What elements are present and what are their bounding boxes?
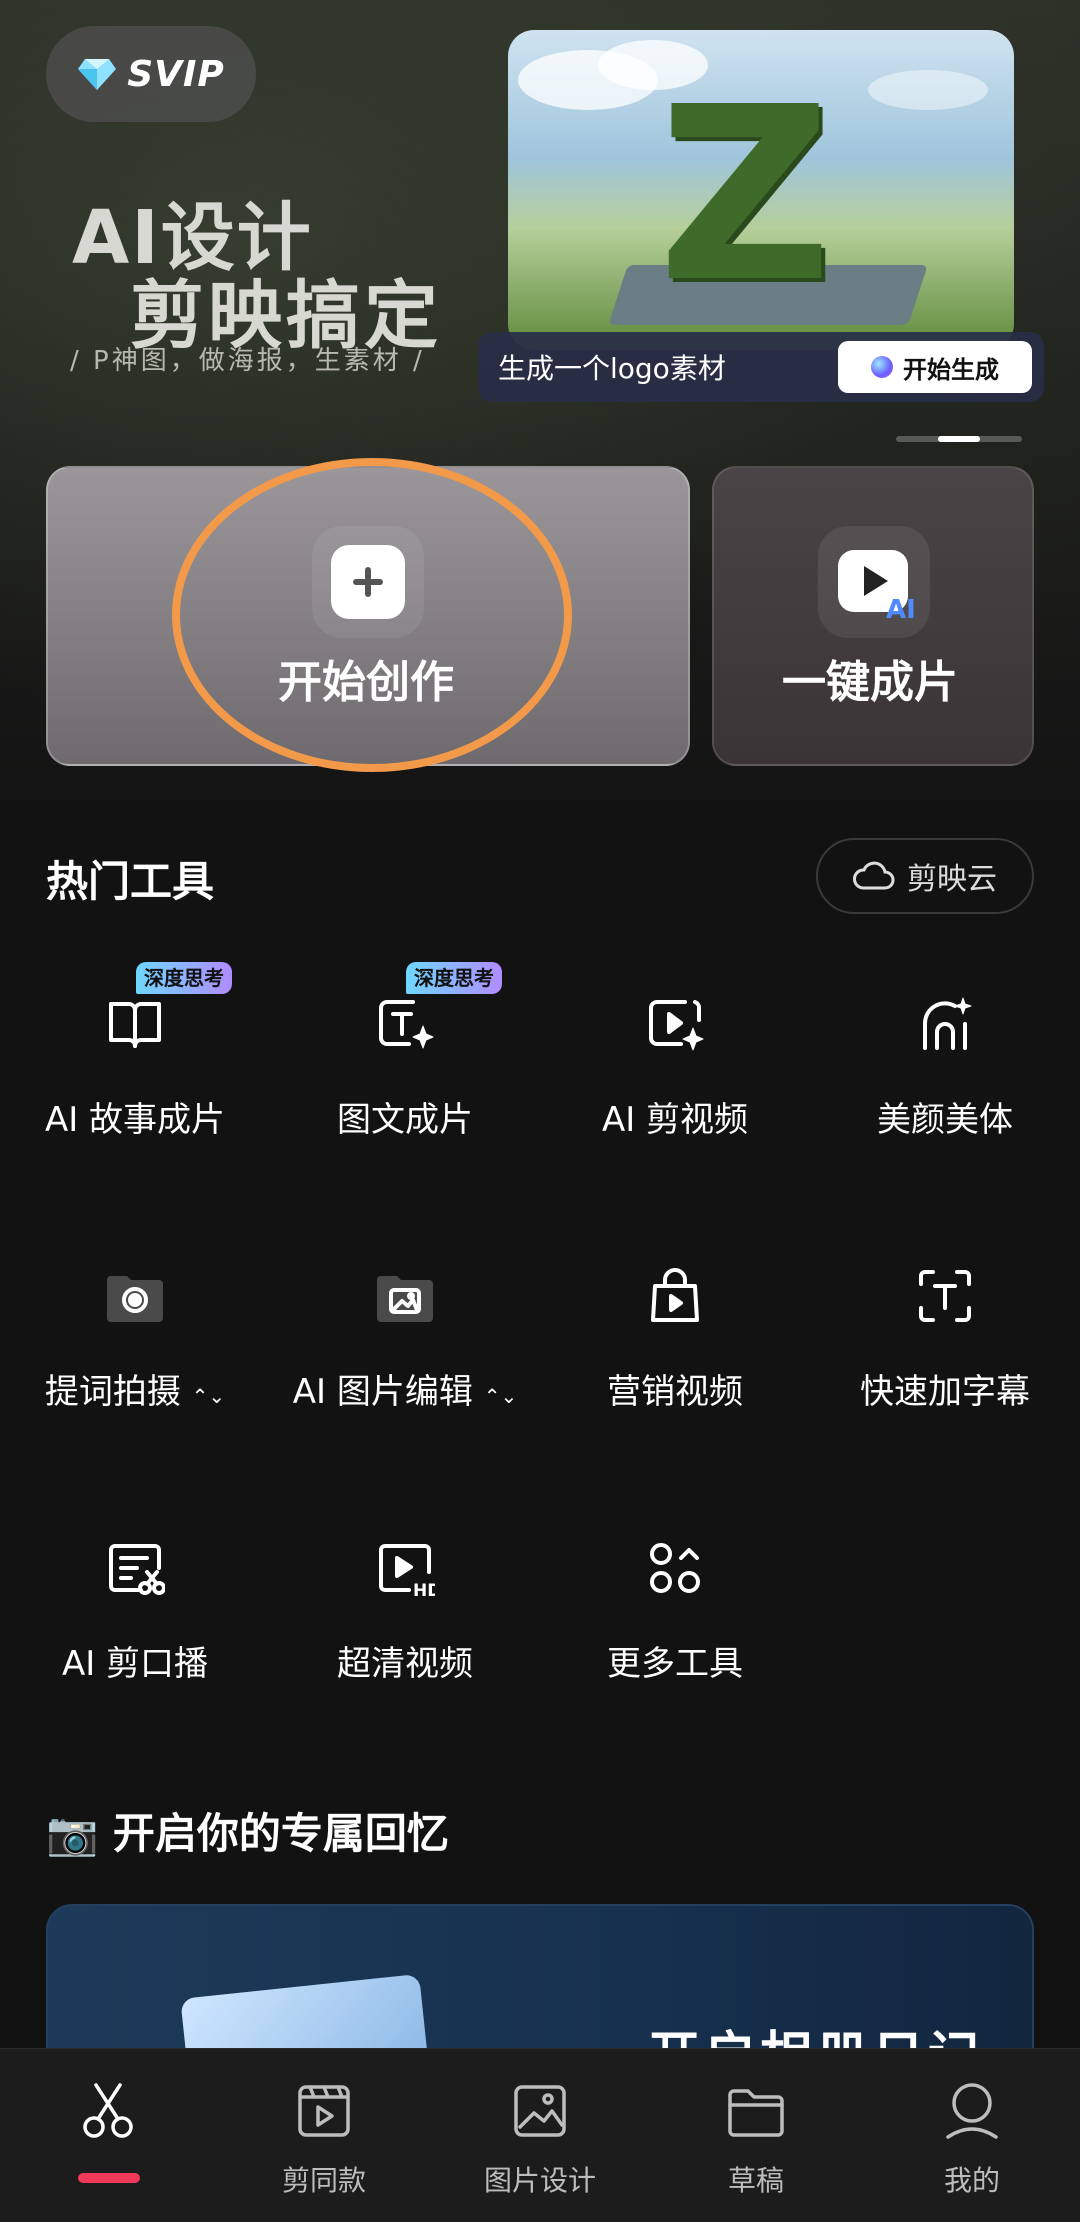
tool-teleprompter-shoot[interactable]: 提词拍摄 ⌃⌄ [0,1266,270,1466]
tool-label: 图文成片 [337,1100,473,1140]
memory-section-title: 📷 开启你的专属回忆 [46,1809,449,1858]
svg-text:HD: HD [413,1581,435,1598]
diamond-icon [78,59,117,90]
tool-label: AI 剪口播 [61,1644,209,1684]
video-sparkle-icon [649,1000,704,1051]
template-icon [298,2085,350,2137]
nav-label: 剪同款 [281,2164,366,2197]
hd-video-icon: HD [379,1544,435,1598]
image-icon [514,2085,566,2137]
shopping-bag-icon [651,1268,699,1322]
promo-prompt-text: 生成一个logo素材 [498,352,726,385]
folder-icon [728,2089,784,2137]
tool-label: AI 剪视频 [601,1100,749,1140]
script-cut-icon [109,1544,165,1595]
svip-label: SVIP [127,53,225,95]
tool-hd-video[interactable]: HD 超清视频 [270,1538,540,1738]
plus-icon [331,545,405,619]
one-click-video-card[interactable]: AI 一键成片 [712,466,1034,766]
promo-image[interactable]: Z [508,30,1014,350]
tool-label: 营销视频 [607,1372,743,1412]
start-generate-button[interactable]: 开始生成 [838,341,1032,393]
carousel-indicator-active [938,436,980,442]
more-tools-icon [650,1543,700,1593]
nav-active-indicator [78,2173,140,2183]
nav-drafts[interactable]: 草稿 [648,2049,864,2222]
tool-label: 快速加字幕 [860,1372,1030,1412]
camera-emoji-icon: 📷 [46,1809,99,1858]
ai-video-icon: AI [838,550,914,622]
nav-templates[interactable]: 剪同款 [216,2049,432,2222]
carousel-indicator [896,436,1022,442]
tool-label: AI 图片编辑 ⌃⌄ [292,1372,518,1412]
text-sparkle-icon [379,1000,434,1049]
hero-subtitle: / P神图，做海报，生素材 / [70,346,425,376]
scissors-icon [83,2083,133,2138]
tool-label: AI 故事成片 [44,1100,226,1140]
topiary-z-graphic: Z [658,55,833,335]
ai-video-icon-wrap: AI [818,526,930,638]
nav-label: 图片设计 [483,2164,596,2197]
start-create-card[interactable]: 开始创作 [46,466,690,766]
cloud-button-label: 剪映云 [907,862,997,897]
nav-profile[interactable]: 我的 [864,2049,1080,2222]
tool-ai-talking-cut[interactable]: AI 剪口播 [0,1538,270,1738]
one-click-video-label: 一键成片 [782,657,958,708]
profile-icon [946,2083,998,2139]
image-folder-icon [377,1276,433,1322]
start-create-label: 开始创作 [278,657,454,708]
deep-think-badge: 深度思考 [406,962,502,994]
promo-prompt-bar[interactable]: 生成一个logo素材 开始生成 [478,332,1044,402]
orb-icon [871,356,893,378]
deep-think-badge: 深度思考 [136,962,232,994]
svg-text:AI: AI [886,595,914,622]
book-icon [109,1002,161,1048]
nav-label: 草稿 [727,2164,784,2197]
tool-label: 美颜美体 [877,1100,1013,1140]
face-sparkle-icon [922,997,972,1050]
expand-icon: ⌃⌄ [483,1384,518,1408]
plus-icon-wrap [312,526,424,638]
tool-image-text-video[interactable]: 深度思考 图文成片 [270,962,540,1194]
tool-beauty[interactable]: 美颜美体 [810,994,1080,1194]
tool-label: 超清视频 [337,1644,473,1684]
nav-label: 我的 [943,2164,1000,2197]
nav-edit[interactable] [0,2049,216,2222]
bottom-navigation: 剪同款 图片设计 草稿 我的 [0,2048,1080,2222]
tool-label: 更多工具 [607,1644,743,1684]
tool-quick-caption[interactable]: 快速加字幕 [810,1266,1080,1466]
camera-folder-icon [107,1276,163,1322]
tool-label: 提词拍摄 ⌃⌄ [44,1372,226,1412]
tool-ai-cut-video[interactable]: AI 剪视频 [540,994,810,1194]
tool-marketing-video[interactable]: 营销视频 [540,1266,810,1466]
nav-image-design[interactable]: 图片设计 [432,2049,648,2222]
cloud-icon [853,861,895,890]
expand-icon: ⌃⌄ [191,1384,226,1408]
svip-button[interactable]: SVIP [46,26,256,122]
hot-tools-title: 热门工具 [46,857,215,906]
jianying-cloud-button[interactable]: 剪映云 [816,838,1034,914]
caption-icon [919,1270,971,1322]
tool-ai-image-edit[interactable]: AI 图片编辑 ⌃⌄ [270,1266,540,1466]
tool-ai-story-video[interactable]: 深度思考 AI 故事成片 [0,962,270,1194]
tool-more-tools[interactable]: 更多工具 [540,1538,810,1738]
start-generate-label: 开始生成 [903,355,999,384]
